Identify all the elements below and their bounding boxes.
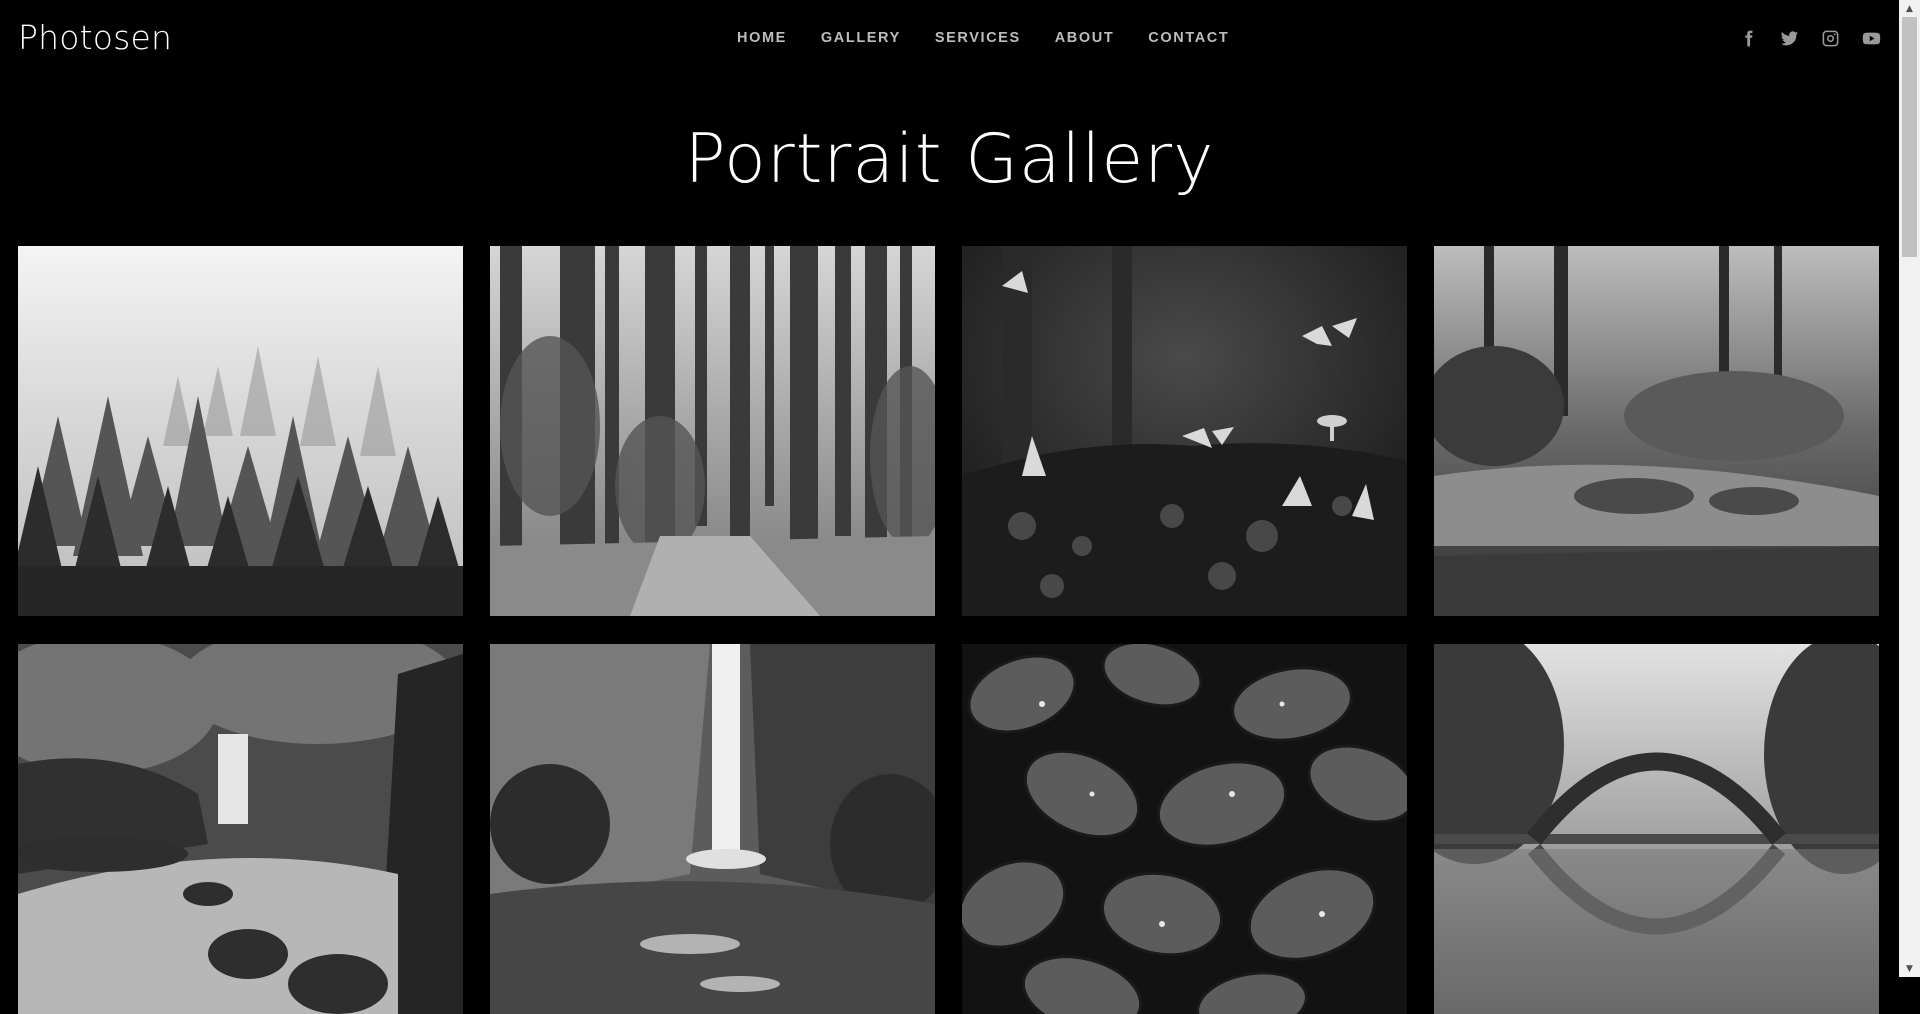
nav-contact[interactable]: CONTACT (1148, 30, 1229, 46)
nav-home[interactable]: HOME (737, 30, 787, 46)
main-nav: HOME GALLERY SERVICES ABOUT CONTACT (737, 30, 1229, 46)
gallery-image-pine-forest-path[interactable] (490, 246, 935, 616)
instagram-icon[interactable] (1821, 29, 1840, 48)
nav-gallery[interactable]: GALLERY (821, 30, 901, 46)
youtube-icon[interactable] (1862, 29, 1881, 48)
scroll-thumb[interactable] (1902, 17, 1917, 257)
facebook-icon[interactable] (1739, 29, 1758, 48)
gallery-image-waterfall-creek[interactable] (18, 644, 463, 1014)
gallery-image-tall-waterfall[interactable] (490, 644, 935, 1014)
scroll-down-arrow-icon[interactable]: ▼ (1899, 960, 1920, 977)
social-links (1739, 29, 1881, 48)
nav-about[interactable]: ABOUT (1055, 30, 1115, 46)
nav-services[interactable]: SERVICES (935, 30, 1021, 46)
gallery-grid (18, 246, 1881, 1014)
page-title: Portrait Gallery (684, 120, 1215, 199)
site-header: Photosen HOME GALLERY SERVICES ABOUT CON… (0, 0, 1899, 80)
site-logo[interactable]: Photosen (18, 18, 172, 57)
scroll-up-arrow-icon[interactable]: ▲ (1899, 0, 1920, 17)
gallery-image-arch-bridge[interactable] (1434, 644, 1879, 1014)
scrollbar[interactable]: ▲ ▼ (1899, 0, 1920, 977)
gallery-image-forest-stream[interactable] (1434, 246, 1879, 616)
twitter-icon[interactable] (1780, 29, 1799, 48)
gallery-image-butterflies[interactable] (962, 246, 1407, 616)
gallery-image-misty-forest[interactable] (18, 246, 463, 616)
gallery-image-wet-leaves[interactable] (962, 644, 1407, 1014)
